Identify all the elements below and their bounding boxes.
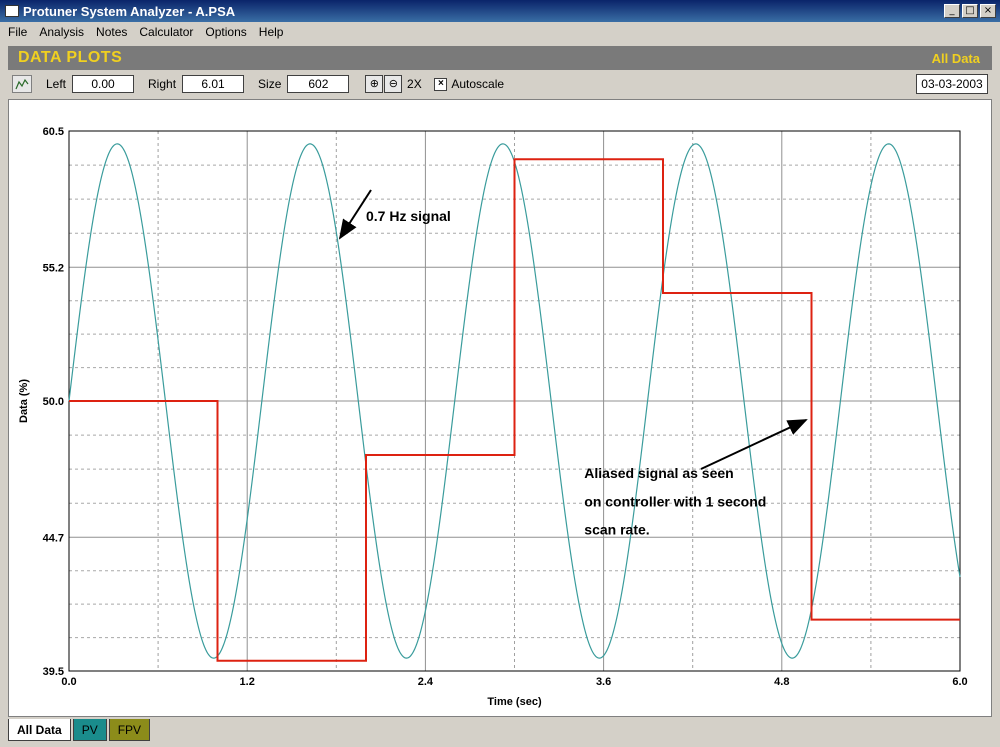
left-label: Left xyxy=(46,77,67,91)
menu-analysis[interactable]: Analysis xyxy=(33,25,90,39)
size-label: Size xyxy=(258,77,282,91)
window-title: Protuner System Analyzer - A.PSA xyxy=(23,3,236,19)
size-input[interactable] xyxy=(287,75,350,93)
toolbar: Left Right Size ⊕ ⊖ 2X × Autoscale 03-03… xyxy=(8,72,992,96)
data-plot-chart: 0.0 1.2 2.4 3.6 4.8 6.039.544.750.055.260.5 T… xyxy=(18,126,968,708)
y-tick-label: 60.5 xyxy=(43,126,64,138)
zoom-out-icon[interactable]: ⊖ xyxy=(384,75,403,93)
data-tabs: All Data PV FPV xyxy=(8,719,152,743)
y-tick-label: 50.0 xyxy=(43,396,64,408)
x-tick-label: 2.4 xyxy=(418,676,434,688)
zoom-controls: ⊕ ⊖ xyxy=(365,75,403,93)
right-input[interactable] xyxy=(182,75,245,93)
chart-icon xyxy=(15,78,29,90)
y-axis-label: Data (%) xyxy=(18,379,30,423)
x-tick-label: 1.2 xyxy=(240,676,255,688)
annotation-text: scan rate. xyxy=(584,522,649,538)
x-axis-label: Time (sec) xyxy=(487,696,542,708)
page-title: DATA PLOTS xyxy=(18,49,123,66)
annotation-text: Aliased signal as seen xyxy=(584,465,733,481)
x-tick-label: 6.0 xyxy=(952,676,967,688)
menu-notes[interactable]: Notes xyxy=(90,25,133,39)
zoom-2x-button[interactable]: 2X xyxy=(404,75,424,93)
data-set-label: All Data xyxy=(931,50,980,66)
autoscale-checkbox[interactable]: × xyxy=(434,77,448,91)
menu-help[interactable]: Help xyxy=(253,25,290,39)
right-label: Right xyxy=(148,77,177,91)
date-field[interactable]: 03-03-2003 xyxy=(916,74,988,94)
section-header: DATA PLOTS All Data xyxy=(8,46,992,70)
app-icon xyxy=(5,5,19,17)
x-tick-label: 4.8 xyxy=(774,676,789,688)
tab-fpv[interactable]: FPV xyxy=(108,719,151,741)
close-button[interactable]: × xyxy=(980,4,996,18)
maximize-button[interactable]: □ xyxy=(962,4,978,18)
chart-options-button[interactable] xyxy=(12,75,32,93)
annotation-arrow xyxy=(700,419,808,470)
y-tick-label: 44.7 xyxy=(43,532,64,544)
x-tick-label: 3.6 xyxy=(596,676,611,688)
menu-options[interactable]: Options xyxy=(199,25,252,39)
left-input[interactable] xyxy=(72,75,135,93)
autoscale-label: Autoscale xyxy=(451,77,505,91)
plot-area[interactable]: 0.0 1.2 2.4 3.6 4.8 6.0 39.5 44.7 50.0 55.2 60.5 T… xyxy=(8,99,992,717)
title-bar: Protuner System Analyzer - A.PSA _ □ × xyxy=(0,0,1000,22)
annotation-text: 0.7 Hz signal xyxy=(366,208,451,224)
menu-bar: File Analysis Notes Calculator Options H… xyxy=(0,22,1000,42)
annotation-text: on controller with 1 second xyxy=(584,493,766,509)
y-tick-label: 55.2 xyxy=(43,262,64,274)
minimize-button[interactable]: _ xyxy=(944,4,960,18)
menu-file[interactable]: File xyxy=(0,25,33,39)
tab-all-data[interactable]: All Data xyxy=(8,719,71,741)
series-step-line xyxy=(69,158,960,662)
tab-pv[interactable]: PV xyxy=(72,719,107,741)
zoom-in-icon[interactable]: ⊕ xyxy=(365,75,384,93)
y-tick-label: 39.5 xyxy=(43,666,64,678)
menu-calculator[interactable]: Calculator xyxy=(133,25,199,39)
